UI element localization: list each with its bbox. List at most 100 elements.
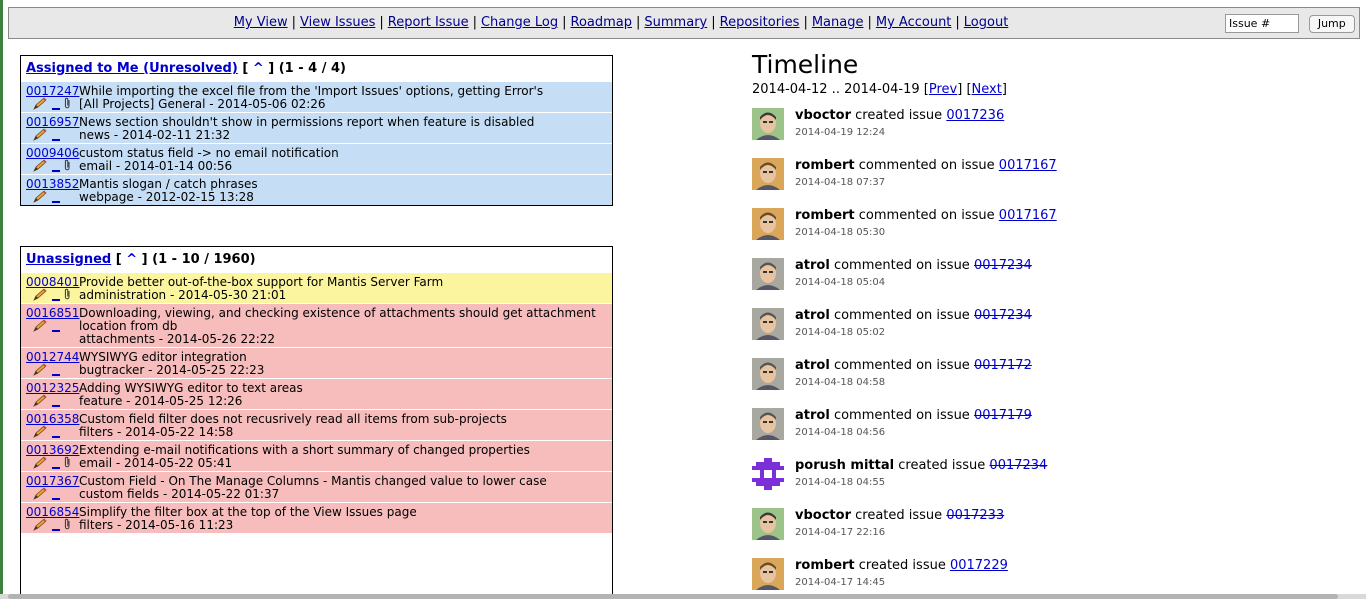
edit-pencil-icon[interactable] bbox=[32, 318, 48, 335]
issue-id-cell: 0013852 bbox=[21, 177, 79, 204]
issue-id-cell: 0012744 bbox=[21, 350, 79, 377]
issue-icons bbox=[26, 158, 79, 175]
timeline-issue-link[interactable]: 0017229 bbox=[950, 558, 1008, 573]
menu-roadmap[interactable]: Roadmap bbox=[571, 15, 633, 30]
timeline-entry-text: rombert commented on issue 0017167 bbox=[795, 158, 1057, 173]
unassigned-caret-link[interactable]: ^ bbox=[126, 252, 137, 267]
edit-pencil-icon[interactable] bbox=[32, 96, 48, 113]
menu-my-account[interactable]: My Account bbox=[876, 15, 952, 30]
unassigned-rows: 0008401 Provide better out-of-the-box sup… bbox=[21, 272, 612, 533]
issue-id-cell: 0008401 bbox=[21, 275, 79, 302]
priority-dash-icon bbox=[52, 405, 60, 407]
menu-separator: | bbox=[291, 15, 296, 30]
edit-pencil-icon[interactable] bbox=[32, 393, 48, 410]
timeline-next-link[interactable]: Next bbox=[972, 82, 1002, 97]
timeline-issue-link[interactable]: 0017234 bbox=[989, 458, 1047, 473]
timeline-user: vboctor bbox=[795, 508, 851, 523]
timeline-user: rombert bbox=[795, 208, 855, 223]
timeline-issue-link[interactable]: 0017172 bbox=[974, 358, 1032, 373]
issue-row: 0016957 News section shouldn't show in pe… bbox=[21, 112, 612, 143]
edit-pencil-icon[interactable] bbox=[32, 158, 48, 175]
priority-dash-icon bbox=[52, 108, 60, 110]
issue-description: News section shouldn't show in permissio… bbox=[79, 115, 612, 142]
timeline-issue-link[interactable]: 0017167 bbox=[999, 158, 1057, 173]
timeline-prev-link[interactable]: Prev bbox=[929, 82, 957, 97]
assigned-to-me-box: Assigned to Me (Unresolved) [ ^ ] (1 - 4… bbox=[20, 55, 613, 206]
timeline-action: commented on issue bbox=[833, 308, 970, 323]
issue-category-date: administration - 2014-05-30 21:01 bbox=[79, 288, 287, 302]
scrollbar-thumb[interactable] bbox=[8, 594, 1338, 599]
attachment-clip-icon bbox=[64, 288, 71, 303]
issue-id-cell: 0016957 bbox=[21, 115, 79, 142]
issue-row: 0012744 WYSIWYG editor integration bugtrac… bbox=[21, 347, 612, 378]
timeline-action: commented on issue bbox=[833, 408, 970, 423]
assigned-range: (1 - 4 / 4) bbox=[278, 61, 347, 76]
issue-description: Simplify the filter box at the top of th… bbox=[79, 505, 612, 532]
issue-row: 0016358 Custom field filter does not recu… bbox=[21, 409, 612, 440]
menu-logout[interactable]: Logout bbox=[964, 15, 1009, 30]
edit-pencil-icon[interactable] bbox=[32, 455, 48, 472]
edit-pencil-icon[interactable] bbox=[32, 517, 48, 534]
jump-button[interactable]: Jump bbox=[1308, 14, 1355, 33]
timeline-issue-link[interactable]: 0017167 bbox=[999, 208, 1057, 223]
timeline-entry-text: vboctor created issue 0017233 bbox=[795, 508, 1004, 523]
timeline-entry-text: atrol commented on issue 0017179 bbox=[795, 408, 1032, 423]
jump-form: Jump bbox=[1225, 14, 1355, 33]
timeline-entry-text: rombert commented on issue 0017167 bbox=[795, 208, 1057, 223]
timeline-range: 2014-04-12 .. 2014-04-19 [Prev] [Next] bbox=[752, 82, 1007, 97]
caret-bracket-open: [ bbox=[242, 61, 249, 76]
issue-icons bbox=[26, 96, 79, 113]
menu-summary[interactable]: Summary bbox=[644, 15, 707, 30]
timeline-issue-link[interactable]: 0017234 bbox=[974, 258, 1032, 273]
timeline-issue-link[interactable]: 0017236 bbox=[946, 108, 1004, 123]
issue-row: 0012325 Adding WYSIWYG editor to text are… bbox=[21, 378, 612, 409]
priority-dash-icon bbox=[52, 436, 60, 438]
timeline-entry: rombert commented on issue 0017167 2014-0… bbox=[752, 154, 1352, 204]
timeline-user: atrol bbox=[795, 358, 830, 373]
issue-icons bbox=[26, 318, 79, 335]
timeline-issue-link[interactable]: 0017234 bbox=[974, 308, 1032, 323]
timeline-entry: rombert commented on issue 0017167 2014-0… bbox=[752, 204, 1352, 254]
unassigned-range: (1 - 10 / 1960) bbox=[152, 252, 256, 267]
edit-pencil-icon[interactable] bbox=[32, 287, 48, 304]
edit-pencil-icon[interactable] bbox=[32, 486, 48, 503]
timeline-section: Timeline 2014-04-12 .. 2014-04-19 [Prev]… bbox=[752, 50, 1352, 604]
menu-report-issue[interactable]: Report Issue bbox=[388, 15, 469, 30]
edit-pencil-icon[interactable] bbox=[32, 189, 48, 206]
timeline-issue-link[interactable]: 0017233 bbox=[946, 508, 1004, 523]
issue-category-date: news - 2014-02-11 21:32 bbox=[79, 128, 231, 142]
timeline-issue-link[interactable]: 0017179 bbox=[974, 408, 1032, 423]
priority-dash-icon bbox=[52, 529, 60, 531]
menu-manage[interactable]: Manage bbox=[812, 15, 864, 30]
menu-my-view[interactable]: My View bbox=[234, 15, 288, 30]
issue-description: While importing the excel file from the … bbox=[79, 84, 612, 111]
edit-pencil-icon[interactable] bbox=[32, 362, 48, 379]
horizontal-scrollbar[interactable] bbox=[0, 594, 1366, 599]
menu-separator: | bbox=[472, 15, 477, 30]
timeline-action: commented on issue bbox=[833, 358, 970, 373]
timeline-user: atrol bbox=[795, 308, 830, 323]
menu-change-log[interactable]: Change Log bbox=[481, 15, 558, 30]
menu-repositories[interactable]: Repositories bbox=[720, 15, 800, 30]
issue-id-cell: 0016851 bbox=[21, 306, 79, 346]
timeline-date: 2014-04-19 12:24 bbox=[795, 127, 886, 138]
issue-category-date: attachments - 2014-05-26 22:22 bbox=[79, 332, 276, 346]
issue-number-input[interactable] bbox=[1225, 14, 1299, 33]
timeline-entry: porush mittal created issue 0017234 2014-… bbox=[752, 454, 1352, 504]
issue-row: 0017247 While importing the excel file fr… bbox=[21, 81, 612, 112]
assigned-title-link[interactable]: Assigned to Me (Unresolved) bbox=[26, 61, 238, 76]
issue-description: Adding WYSIWYG editor to text areas featu… bbox=[79, 381, 612, 408]
timeline-action: created issue bbox=[898, 458, 986, 473]
issue-category-date: custom fields - 2014-05-22 01:37 bbox=[79, 487, 280, 501]
edit-pencil-icon[interactable] bbox=[32, 424, 48, 441]
issue-category-date: feature - 2014-05-25 12:26 bbox=[79, 394, 243, 408]
edit-pencil-icon[interactable] bbox=[32, 127, 48, 144]
menu-view-issues[interactable]: View Issues bbox=[300, 15, 375, 30]
timeline-entry: atrol commented on issue 0017172 2014-04-… bbox=[752, 354, 1352, 404]
timeline-entry: vboctor created issue 0017236 2014-04-19 … bbox=[752, 104, 1352, 154]
priority-dash-icon bbox=[52, 139, 60, 141]
unassigned-title-link[interactable]: Unassigned bbox=[26, 252, 111, 267]
assigned-caret-link[interactable]: ^ bbox=[253, 61, 264, 76]
issue-row: 0016854 Simplify the filter box at the to… bbox=[21, 502, 612, 533]
timeline-user: atrol bbox=[795, 258, 830, 273]
